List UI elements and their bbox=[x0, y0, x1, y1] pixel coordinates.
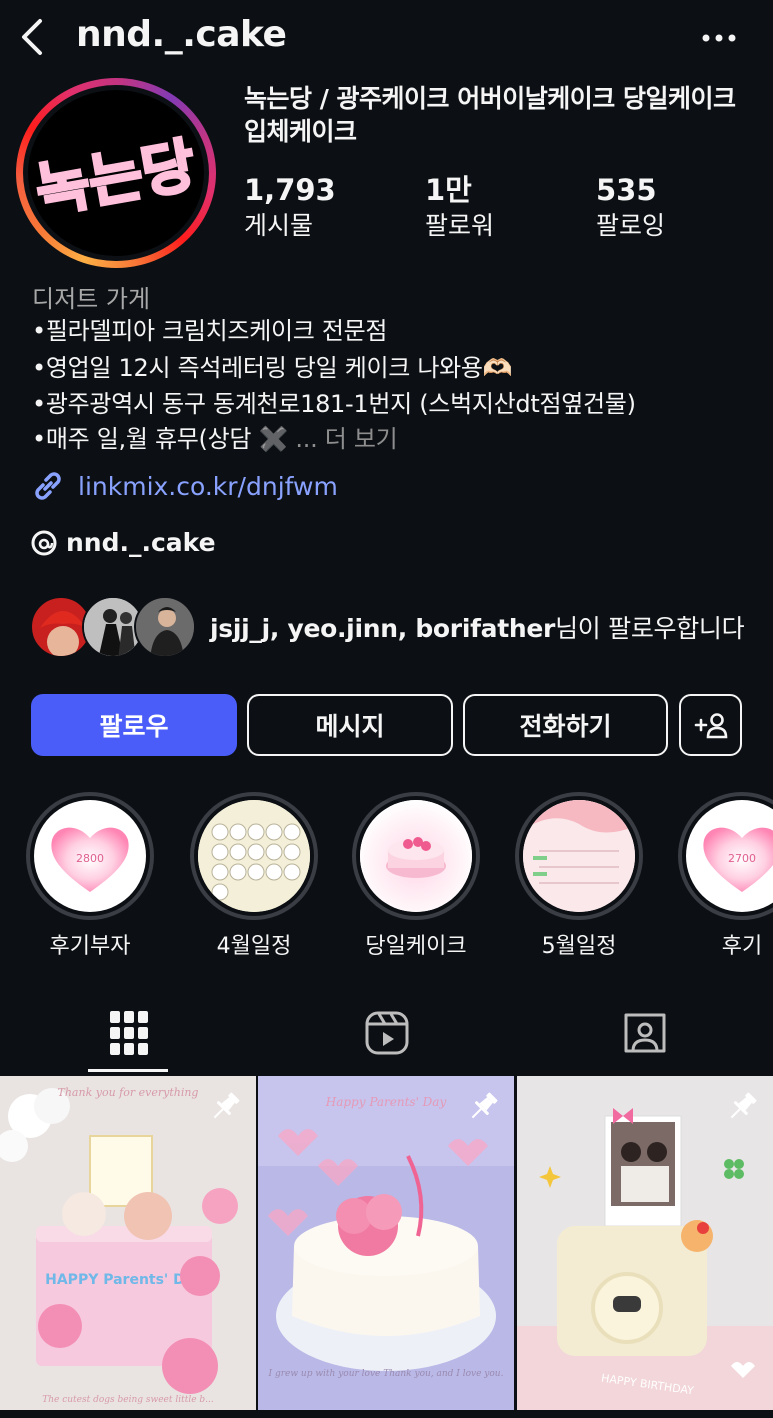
highlight-cover bbox=[198, 800, 310, 912]
tab-reels[interactable] bbox=[258, 990, 515, 1076]
threads-icon bbox=[31, 530, 57, 555]
highlight-label: 4월일정 bbox=[216, 934, 292, 959]
highlight-label: 당일케이크 bbox=[365, 934, 467, 959]
following-label: 팔로잉 bbox=[596, 211, 666, 240]
followed-by[interactable]: jsjj_j, yeo.jinn, borifather님이 팔로우합니다 bbox=[30, 596, 760, 660]
link-icon bbox=[35, 472, 61, 500]
posts-grid: Thank you for everything HAPPY Parents' … bbox=[0, 1076, 773, 1418]
profile-full-name: 녹는당 / 광주케이크 어버이날케이크 당일케이크 입체케이크 bbox=[244, 84, 736, 146]
story-ring[interactable]: 녹는당 bbox=[16, 78, 216, 268]
pin-icon bbox=[213, 1092, 240, 1119]
highlight-cover bbox=[523, 800, 635, 912]
bio-line: •필라델피아 크림치즈케이크 전문점 bbox=[32, 317, 388, 345]
stat-followers[interactable]: 1만 팔로워 bbox=[425, 170, 494, 242]
active-tab-indicator bbox=[88, 1069, 168, 1072]
highlight-cover bbox=[360, 800, 472, 912]
followed-by-text: jsjj_j, yeo.jinn, borifather님이 팔로우합니다 bbox=[210, 609, 745, 645]
top-bar: nnd._.cake bbox=[0, 0, 773, 78]
post-thumbnail[interactable]: HAPPY BIRTHDAY bbox=[517, 1076, 773, 1410]
post-caption-bottom: The cutest dogs being sweet little b... bbox=[42, 1395, 214, 1405]
post-cake-text: HAPPY Parents' Day bbox=[45, 1272, 203, 1288]
pin-icon bbox=[730, 1092, 757, 1119]
bio-link-text[interactable]: linkmix.co.kr/dnjfwm bbox=[78, 472, 338, 501]
bio-line: •광주광역시 동구 동계천로181-1번지 (스벅지산dt점옆건물) bbox=[32, 390, 636, 418]
reels-icon bbox=[365, 1011, 408, 1055]
call-button[interactable]: 전화하기 bbox=[463, 694, 668, 756]
story-highlight[interactable]: 2700 후기 bbox=[677, 792, 773, 960]
highlight-cover: 2700 bbox=[686, 800, 773, 912]
posts-label: 게시물 bbox=[244, 211, 314, 240]
post-caption-bottom: I grew up with your love Thank you, and … bbox=[268, 1369, 504, 1379]
highlight-cover-text: 2700 bbox=[728, 852, 756, 865]
add-person-icon bbox=[694, 713, 727, 739]
pin-icon bbox=[471, 1092, 498, 1119]
profile-avatar: 녹는당 bbox=[28, 90, 204, 256]
posts-count: 1,793 bbox=[244, 173, 336, 207]
back-button[interactable] bbox=[12, 14, 52, 60]
following-count: 535 bbox=[596, 173, 657, 207]
message-button[interactable]: 메시지 bbox=[247, 694, 453, 756]
avatar-logo: 녹는당 bbox=[29, 129, 201, 227]
stat-following[interactable]: 535 팔로잉 bbox=[596, 170, 665, 242]
highlight-cover: 2800 bbox=[34, 800, 146, 912]
profile-category: 디저트 가게 bbox=[32, 285, 151, 313]
grid-icon bbox=[109, 1011, 148, 1055]
profile-page: nnd._.cake 녹는당 녹는당 / 광주케이크 어버이날케이크 당일케이크… bbox=[0, 0, 773, 1418]
bio-line: •영업일 12시 즉석레터링 당일 케이크 나와용🫶🏻 bbox=[32, 354, 513, 382]
profile-tabs bbox=[0, 990, 773, 1076]
highlight-label: 후기부자 bbox=[49, 934, 131, 959]
stat-posts: 1,793 게시물 bbox=[244, 170, 336, 242]
chevron-left-icon bbox=[22, 19, 42, 55]
bio-line-text: •매주 일,월 휴무(상담 ✖️ bbox=[32, 425, 289, 453]
tab-tagged[interactable] bbox=[516, 990, 773, 1076]
follow-button[interactable]: 팔로우 bbox=[31, 694, 237, 756]
threads-badge[interactable]: nnd._.cake bbox=[30, 528, 216, 557]
highlight-cover-text: 2800 bbox=[76, 852, 104, 865]
followers-label: 팔로워 bbox=[425, 211, 495, 240]
tab-posts-grid[interactable] bbox=[0, 990, 257, 1076]
post-caption-top: Thank you for everything bbox=[58, 1086, 199, 1099]
story-highlight[interactable]: 4월일정 bbox=[189, 792, 319, 960]
more-options-button[interactable] bbox=[696, 20, 742, 56]
post-caption-top: Happy Parents' Day bbox=[325, 1095, 447, 1109]
threads-handle: nnd._.cake bbox=[66, 528, 216, 557]
tagged-icon bbox=[624, 1013, 665, 1053]
story-highlight[interactable]: 5월일정 bbox=[514, 792, 644, 960]
followers-count: 1만 bbox=[425, 173, 472, 207]
post-thumbnail[interactable]: Happy Parents' Day I grew up with your l… bbox=[258, 1076, 514, 1410]
more-horizontal-icon bbox=[702, 34, 736, 42]
follower-avatar bbox=[134, 596, 196, 658]
followed-by-names: jsjj_j, yeo.jinn, borifather bbox=[210, 614, 556, 643]
profile-username: nnd._.cake bbox=[76, 14, 287, 55]
followed-by-suffix: 님이 팔로우합니다 bbox=[555, 614, 745, 643]
bio-link[interactable]: linkmix.co.kr/dnjfwm bbox=[30, 468, 338, 504]
story-highlight[interactable]: 당일케이크 bbox=[351, 792, 481, 960]
highlight-label: 5월일정 bbox=[541, 934, 617, 959]
post-thumbnail[interactable]: Thank you for everything HAPPY Parents' … bbox=[0, 1076, 256, 1410]
bio-more-button[interactable]: ... 더 보기 bbox=[295, 425, 397, 453]
bio-line-truncated: •매주 일,월 휴무(상담 ✖️ ... 더 보기 bbox=[32, 423, 398, 455]
story-highlight[interactable]: 2800 후기부자 bbox=[25, 792, 155, 960]
highlight-label: 후기 bbox=[721, 934, 763, 959]
suggested-accounts-button[interactable] bbox=[679, 694, 742, 756]
avatar-logo-text: 녹는당 bbox=[31, 131, 200, 226]
